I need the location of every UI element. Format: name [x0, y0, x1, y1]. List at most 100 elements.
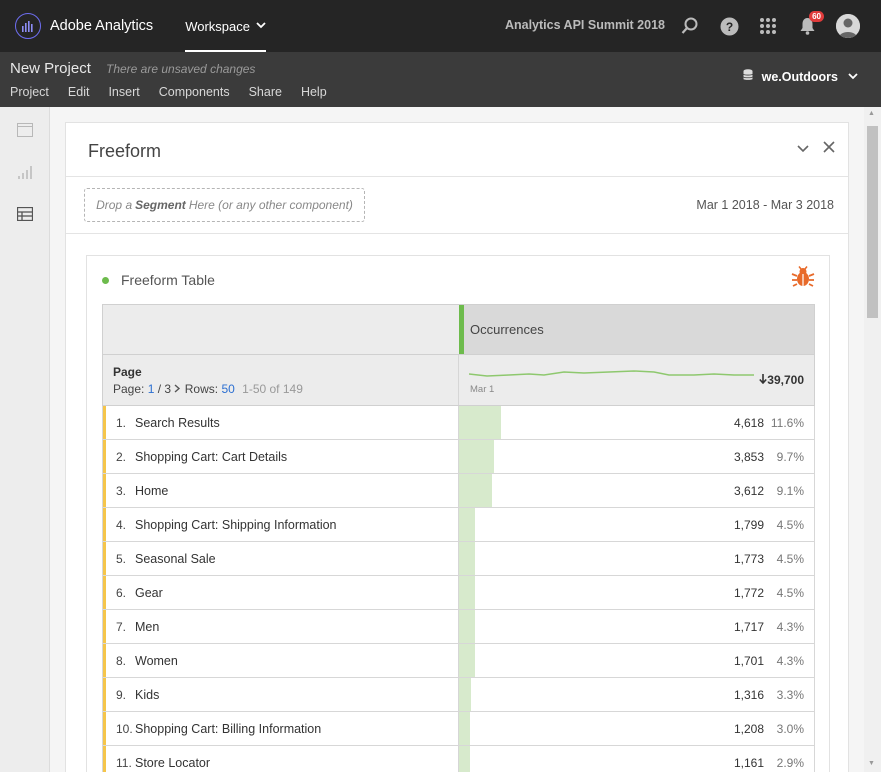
report-suite-selector[interactable]: we.Outdoors	[742, 69, 858, 84]
apps-grid-icon[interactable]	[757, 15, 779, 37]
table-body: 1. Search Results 4,618 11.6% 2. Shopping Car…	[102, 406, 815, 772]
page-total: / 3	[157, 382, 172, 396]
row-label[interactable]: Home	[135, 484, 168, 498]
help-icon[interactable]: ?	[718, 15, 740, 37]
metric-cell[interactable]: 1,772 4.5%	[458, 576, 814, 609]
project-title[interactable]: New Project	[10, 60, 91, 77]
metric-bar	[459, 474, 492, 507]
menu-components[interactable]: Components	[159, 85, 230, 99]
row-number: 9.	[116, 688, 127, 702]
freeform-table: Occurrences Page Page: 1 / 3 Rows: 50 1-…	[102, 304, 815, 772]
notifications-bell-icon[interactable]: 60	[796, 11, 824, 37]
row-number: 7.	[116, 620, 127, 634]
row-number: 4.	[116, 518, 127, 532]
metric-percent: 3.3%	[776, 688, 804, 702]
adobe-analytics-logo-icon[interactable]	[15, 13, 41, 39]
freeform-table-visualization: Freeform Table Occurrences Page Page: 1 …	[86, 255, 830, 772]
metric-value: 1,161	[733, 756, 764, 770]
metric-bar	[459, 644, 475, 677]
table-row[interactable]: 5. Seasonal Sale 1,773 4.5%	[102, 542, 815, 576]
rows-range: 1-50 of 149	[242, 382, 303, 396]
metric-cell[interactable]: 1,316 3.3%	[458, 678, 814, 711]
row-label[interactable]: Gear	[135, 586, 163, 600]
table-row[interactable]: 6. Gear 1,772 4.5%	[102, 576, 815, 610]
table-row[interactable]: 9. Kids 1,316 3.3%	[102, 678, 815, 712]
scroll-up-arrow-icon[interactable]: ▲	[868, 110, 875, 117]
row-label[interactable]: Shopping Cart: Billing Information	[135, 722, 321, 736]
metric-cell[interactable]: 1,799 4.5%	[458, 508, 814, 541]
metric-total: 39,700	[759, 373, 804, 387]
table-row[interactable]: 1. Search Results 4,618 11.6%	[102, 406, 815, 440]
page-current[interactable]: 1	[148, 382, 155, 396]
table-row[interactable]: 4. Shopping Cart: Shipping Information 1,7…	[102, 508, 815, 542]
metric-percent: 4.3%	[776, 654, 804, 668]
search-icon[interactable]	[679, 15, 701, 37]
metric-summary-cell: Mar 1 39,700	[458, 355, 814, 405]
menu-project[interactable]: Project	[10, 85, 49, 99]
panel-title[interactable]: Freeform	[88, 141, 161, 162]
metric-value: 4,618	[733, 416, 764, 430]
metric-cell[interactable]: 3,612 9.1%	[458, 474, 814, 507]
metric-column-header[interactable]: Occurrences	[459, 305, 814, 354]
metric-cell[interactable]: 1,208 3.0%	[458, 712, 814, 745]
segment-drop-zone[interactable]: Drop a Segment Here (or any other compon…	[84, 188, 365, 222]
menu-insert[interactable]: Insert	[108, 85, 139, 99]
panels-icon[interactable]	[17, 123, 33, 139]
status-dot	[102, 277, 109, 284]
company-name[interactable]: Analytics API Summit 2018	[505, 18, 665, 32]
sparkline-date: Mar 1	[470, 384, 495, 395]
row-label[interactable]: Shopping Cart: Cart Details	[135, 450, 287, 464]
row-number: 2.	[116, 450, 127, 464]
table-row[interactable]: 3. Home 3,612 9.1%	[102, 474, 815, 508]
app-name[interactable]: Adobe Analytics	[50, 18, 153, 34]
left-rail	[0, 107, 50, 772]
dropzone-text-post: Here (or any other component)	[188, 198, 353, 212]
metric-bar	[459, 678, 471, 711]
notification-badge: 60	[809, 11, 824, 22]
row-label[interactable]: Kids	[135, 688, 159, 702]
table-row[interactable]: 2. Shopping Cart: Cart Details 3,853 9.7%	[102, 440, 815, 474]
table-row[interactable]: 8. Women 1,701 4.3%	[102, 644, 815, 678]
metric-cell[interactable]: 3,853 9.7%	[458, 440, 814, 473]
metric-value: 3,853	[733, 450, 764, 464]
close-icon[interactable]	[823, 137, 835, 158]
row-number: 10.	[116, 722, 133, 736]
bug-icon[interactable]	[791, 266, 815, 293]
components-icon[interactable]	[16, 206, 34, 223]
user-avatar[interactable]	[836, 14, 860, 38]
dimension-name[interactable]: Page	[113, 365, 142, 379]
visualization-title[interactable]: Freeform Table	[121, 272, 215, 288]
menu-share[interactable]: Share	[249, 85, 282, 99]
collapse-icon[interactable]	[797, 140, 809, 156]
menu-edit[interactable]: Edit	[68, 85, 90, 99]
drag-handle[interactable]	[459, 305, 464, 354]
svg-text:?: ?	[725, 20, 732, 34]
metric-percent: 4.5%	[776, 552, 804, 566]
table-row[interactable]: 10. Shopping Cart: Billing Information 1,2…	[102, 712, 815, 746]
metric-cell[interactable]: 1,161 2.9%	[458, 746, 814, 772]
row-label[interactable]: Search Results	[135, 416, 220, 430]
table-row[interactable]: 7. Men 1,717 4.3%	[102, 610, 815, 644]
date-range[interactable]: Mar 1 2018 - Mar 3 2018	[696, 198, 834, 212]
metric-bar	[459, 406, 501, 439]
row-label[interactable]: Men	[135, 620, 159, 634]
scroll-down-arrow-icon[interactable]: ▼	[868, 760, 875, 767]
metric-percent: 4.3%	[776, 620, 804, 634]
row-label[interactable]: Shopping Cart: Shipping Information	[135, 518, 337, 532]
visualizations-icon[interactable]	[17, 164, 33, 180]
metric-cell[interactable]: 4,618 11.6%	[458, 406, 814, 439]
menu-help[interactable]: Help	[301, 85, 327, 99]
metric-cell[interactable]: 1,701 4.3%	[458, 644, 814, 677]
row-number: 3.	[116, 484, 127, 498]
next-page-icon[interactable]	[174, 382, 181, 396]
metric-cell[interactable]: 1,773 4.5%	[458, 542, 814, 575]
rows-per-page[interactable]: 50	[221, 382, 234, 396]
metric-cell[interactable]: 1,717 4.3%	[458, 610, 814, 643]
row-label[interactable]: Seasonal Sale	[135, 552, 216, 566]
workspace-menu[interactable]: Workspace	[185, 0, 266, 52]
row-label[interactable]: Store Locator	[135, 756, 210, 770]
table-row[interactable]: 11. Store Locator 1,161 2.9%	[102, 746, 815, 772]
row-label[interactable]: Women	[135, 654, 178, 668]
metric-percent: 11.6%	[770, 416, 804, 430]
scrollbar-thumb[interactable]	[867, 126, 878, 318]
